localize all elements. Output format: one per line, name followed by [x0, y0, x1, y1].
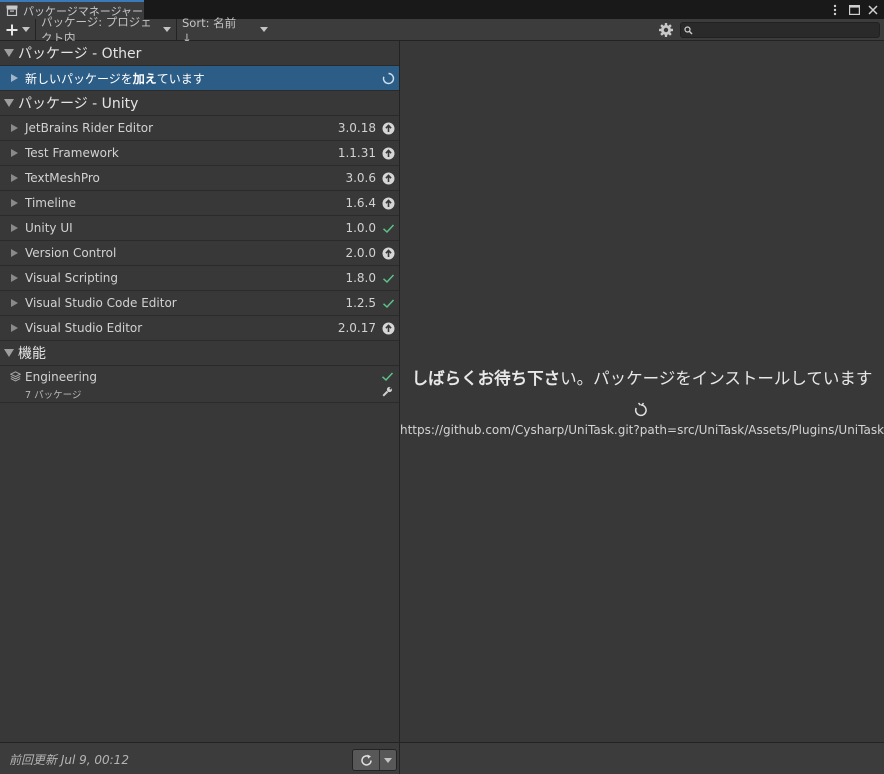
group-header-other[interactable]: パッケージ - Other	[0, 41, 399, 66]
package-name: TextMeshPro	[25, 171, 100, 185]
package-name: 新しいパッケージを加えています	[25, 71, 205, 86]
collapse-triangle-icon	[11, 149, 18, 157]
group-header-features[interactable]: 機能	[0, 341, 399, 366]
package-version: 1.2.5	[345, 296, 376, 310]
list-item-textmeshpro[interactable]: TextMeshPro 3.0.6	[0, 166, 399, 191]
update-available-icon	[382, 247, 395, 259]
toolbar: パッケージ: プロジェクト内 Sort: 名前 ↓	[0, 15, 884, 45]
collapse-triangle-icon	[11, 249, 18, 257]
collapse-triangle-icon	[11, 174, 18, 182]
refresh-options-button[interactable]	[380, 750, 396, 770]
list-item-timeline[interactable]: Timeline 1.6.4	[0, 191, 399, 216]
last-update-text: 前回更新 Jul 9, 00:12	[9, 753, 129, 767]
gear-icon[interactable]	[658, 22, 674, 38]
package-version: 2.0.0	[345, 246, 376, 260]
refresh-icon	[360, 754, 372, 766]
window-controls	[828, 0, 880, 19]
search-input[interactable]	[680, 22, 880, 38]
update-available-icon	[382, 147, 395, 159]
package-name: Visual Studio Code Editor	[25, 296, 177, 310]
chevron-down-icon	[21, 27, 30, 32]
collapse-triangle-icon	[11, 124, 18, 132]
list-item-adding-package[interactable]: 新しいパッケージを加えています	[0, 66, 399, 91]
details-panel: しばらくお待ち下さい。パッケージをインストールしています https://git…	[400, 41, 884, 742]
package-name: Visual Scripting	[25, 271, 118, 285]
expand-triangle-icon	[4, 99, 14, 107]
collapse-triangle-icon	[11, 199, 18, 207]
package-name: Version Control	[25, 246, 117, 260]
installed-check-icon	[382, 273, 395, 283]
package-version: 1.8.0	[345, 271, 376, 285]
add-package-button[interactable]	[0, 18, 36, 41]
refresh-control	[352, 749, 397, 771]
group-header-unity[interactable]: パッケージ - Unity	[0, 91, 399, 116]
package-version: 1.6.4	[345, 196, 376, 210]
collapse-triangle-icon	[11, 74, 18, 82]
status-bar: 前回更新 Jul 9, 00:12	[0, 742, 399, 774]
package-scope-dropdown[interactable]: パッケージ: プロジェクト内	[36, 15, 177, 45]
group-title: パッケージ - Other	[18, 46, 142, 62]
list-item-visual-scripting[interactable]: Visual Scripting 1.8.0	[0, 266, 399, 291]
details-footer	[400, 742, 884, 774]
close-icon[interactable]	[866, 3, 880, 17]
installed-check-icon	[382, 298, 395, 308]
update-available-icon	[382, 172, 395, 184]
package-name: Unity UI	[25, 221, 73, 235]
package-version: 3.0.6	[345, 171, 376, 185]
list-item-version-control[interactable]: Version Control 2.0.0	[0, 241, 399, 266]
package-manager-window: パッケージマネージャー パッケージ: プロジェクト内 Sort: 名前 ↓ パッ…	[0, 0, 884, 774]
installed-check-icon	[382, 223, 395, 233]
list-item-test-framework[interactable]: Test Framework 1.1.31	[0, 141, 399, 166]
wrench-icon	[382, 386, 393, 397]
update-available-icon	[382, 122, 395, 134]
feature-layers-icon	[10, 371, 21, 382]
collapse-triangle-icon	[11, 324, 18, 332]
refresh-button[interactable]	[353, 750, 380, 770]
chevron-down-icon	[384, 757, 392, 763]
package-list: パッケージ - Other 新しいパッケージを加えています パッケージ - Un…	[0, 41, 399, 742]
package-name: Timeline	[25, 196, 77, 210]
loading-spinner-icon	[634, 402, 647, 417]
package-version: 1.0.0	[345, 221, 376, 235]
package-url: https://github.com/Cysharp/UniTask.git?p…	[400, 423, 884, 437]
expand-triangle-icon	[4, 349, 14, 357]
collapse-triangle-icon	[11, 274, 18, 282]
expand-triangle-icon	[4, 49, 14, 57]
search-icon	[684, 25, 693, 34]
chevron-down-icon	[163, 27, 171, 32]
package-version: 3.0.18	[337, 121, 376, 135]
group-title: 機能	[18, 346, 46, 362]
install-progress-message: しばらくお待ち下さい。パッケージをインストールしています	[411, 369, 873, 388]
chevron-down-icon	[260, 27, 268, 32]
sort-dropdown[interactable]: Sort: 名前 ↓	[177, 16, 273, 45]
collapse-triangle-icon	[11, 224, 18, 232]
list-item-jetbrains-rider-editor[interactable]: JetBrains Rider Editor 3.0.18	[0, 116, 399, 141]
spinner-icon	[382, 72, 395, 84]
installed-check-icon	[381, 372, 394, 382]
sort-label: Sort: 名前 ↓	[182, 15, 237, 45]
list-item-unity-ui[interactable]: Unity UI 1.0.0	[0, 216, 399, 241]
list-item-visual-studio-editor[interactable]: Visual Studio Editor 2.0.17	[0, 316, 399, 341]
package-icon	[6, 5, 18, 16]
more-options-icon[interactable]	[828, 3, 842, 17]
feature-package-count: 7 パッケージ	[25, 390, 82, 401]
list-item-visual-studio-code-editor[interactable]: Visual Studio Code Editor 1.2.5	[0, 291, 399, 316]
list-item-feature-engineering[interactable]: Engineering 7 パッケージ	[0, 366, 399, 403]
unity-package-list: JetBrains Rider Editor 3.0.18 Test Framewo…	[0, 116, 399, 341]
maximize-icon[interactable]	[847, 3, 861, 17]
update-available-icon	[382, 197, 395, 209]
update-available-icon	[382, 322, 395, 334]
package-version: 2.0.17	[337, 321, 376, 335]
collapse-triangle-icon	[11, 299, 18, 307]
group-title: パッケージ - Unity	[18, 96, 139, 112]
package-version: 1.1.31	[337, 146, 376, 160]
feature-name: Engineering	[25, 370, 97, 384]
plus-icon	[6, 24, 17, 35]
